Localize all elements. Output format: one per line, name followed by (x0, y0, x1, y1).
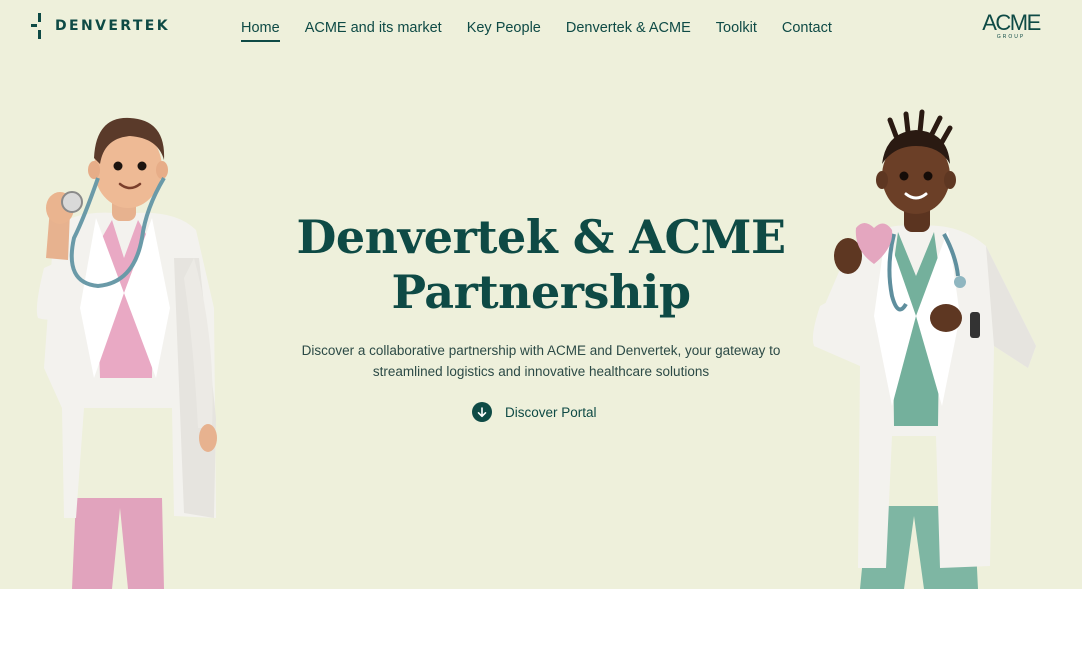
hero-subtitle: Discover a collaborative partnership wit… (271, 340, 811, 382)
hero-subtitle-line1: Discover a collaborative partnership wit… (301, 343, 781, 358)
discover-portal-button[interactable]: Discover Portal (472, 402, 597, 422)
hero-title: Denvertek & ACME Partnership (241, 210, 841, 320)
nav-item-key-people[interactable]: Key People (467, 20, 541, 42)
content-section (0, 589, 1082, 658)
hero-section: DENVERTEK Home ACME and its market Key P… (0, 0, 1082, 589)
doctor-right-illustration (812, 109, 1036, 589)
acme-logo-word: ACME (982, 10, 1041, 35)
nav-item-contact[interactable]: Contact (782, 20, 832, 42)
acme-group-logo[interactable]: ACME GROUP (980, 12, 1042, 42)
discover-portal-label: Discover Portal (505, 404, 597, 420)
brand-name: DENVERTEK (55, 18, 171, 34)
nav-item-toolkit[interactable]: Toolkit (716, 20, 757, 42)
denvertek-logo-mark-icon (31, 13, 47, 39)
denvertek-logo[interactable]: DENVERTEK (31, 13, 170, 39)
main-nav: Home ACME and its market Key People Denv… (241, 20, 857, 42)
doctor-left-illustration (36, 117, 217, 589)
nav-item-home[interactable]: Home (241, 20, 280, 42)
hero-title-line1: Denvertek & ACME (296, 210, 786, 264)
acme-logo-sub: GROUP (996, 34, 1026, 40)
hero-subtitle-line2: streamlined logistics and innovative hea… (372, 364, 710, 379)
hero-title-line2: Partnership (391, 265, 691, 319)
nav-item-denvertek-acme[interactable]: Denvertek & ACME (566, 20, 691, 42)
arrow-down-circle-icon (472, 402, 492, 422)
nav-item-acme-market[interactable]: ACME and its market (305, 20, 442, 42)
